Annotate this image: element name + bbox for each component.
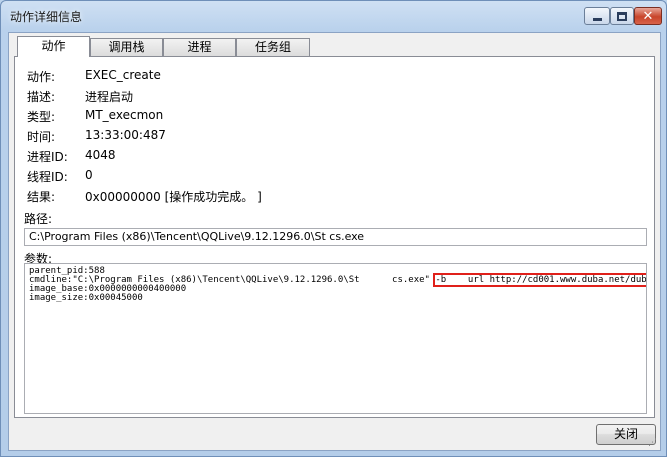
tab-process[interactable]: 进程 <box>163 38 236 56</box>
field-value-result: 0x00000000 [操作成功完成。 ] <box>85 190 262 204</box>
field-label-result: 结果: <box>27 190 56 204</box>
close-button[interactable]: 关闭 <box>596 424 656 445</box>
maximize-icon <box>617 11 627 21</box>
dialog-window: 动作详细信息 ✕ 动作 调用栈 进程 任务组 动作: EXEC_create 描… <box>0 0 667 457</box>
field-value-time: 13:33:00:487 <box>85 128 166 142</box>
dialog-client-area: 动作 调用栈 进程 任务组 动作: EXEC_create 描述: 进程启动 类… <box>8 32 661 451</box>
resize-grip-icon[interactable]: ⋰ <box>648 438 658 448</box>
minimize-icon <box>592 17 602 21</box>
field-value-type: MT_execmon <box>85 108 164 122</box>
action-panel: 动作: EXEC_create 描述: 进程启动 类型: MT_execmon … <box>14 56 655 418</box>
field-label-action: 动作: <box>27 70 56 84</box>
field-value-thread-id: 0 <box>85 168 93 182</box>
path-label: 路径: <box>24 212 53 226</box>
tab-task-group[interactable]: 任务组 <box>236 38 310 56</box>
field-value-description: 进程启动 <box>85 90 134 104</box>
window-close-button[interactable]: ✕ <box>634 7 662 25</box>
field-label-time: 时间: <box>27 130 56 144</box>
title-bar[interactable]: 动作详细信息 ✕ <box>1 1 666 31</box>
maximize-button[interactable] <box>610 7 634 25</box>
window-title: 动作详细信息 <box>10 10 83 24</box>
field-label-process-id: 进程ID: <box>27 150 68 164</box>
field-label-description: 描述: <box>27 90 56 104</box>
cmdline-highlight-box: -b url http://cd001.www.duba.net/duba/in… <box>433 273 646 287</box>
field-value-process-id: 4048 <box>85 148 116 162</box>
param-line-image-size: image_size:0x00045000 <box>29 293 143 303</box>
tab-action[interactable]: 动作 <box>17 36 90 57</box>
field-label-type: 类型: <box>27 110 56 124</box>
tab-call-stack[interactable]: 调用栈 <box>90 38 163 56</box>
field-value-action: EXEC_create <box>85 68 161 82</box>
path-field[interactable]: C:\Program Files (x86)\Tencent\QQLive\9.… <box>24 228 647 246</box>
field-label-thread-id: 线程ID: <box>27 170 68 184</box>
params-textarea[interactable]: parent_pid:588 cmdline:"C:\Program Files … <box>24 263 647 414</box>
close-icon: ✕ <box>642 8 654 24</box>
minimize-button[interactable] <box>584 7 610 25</box>
